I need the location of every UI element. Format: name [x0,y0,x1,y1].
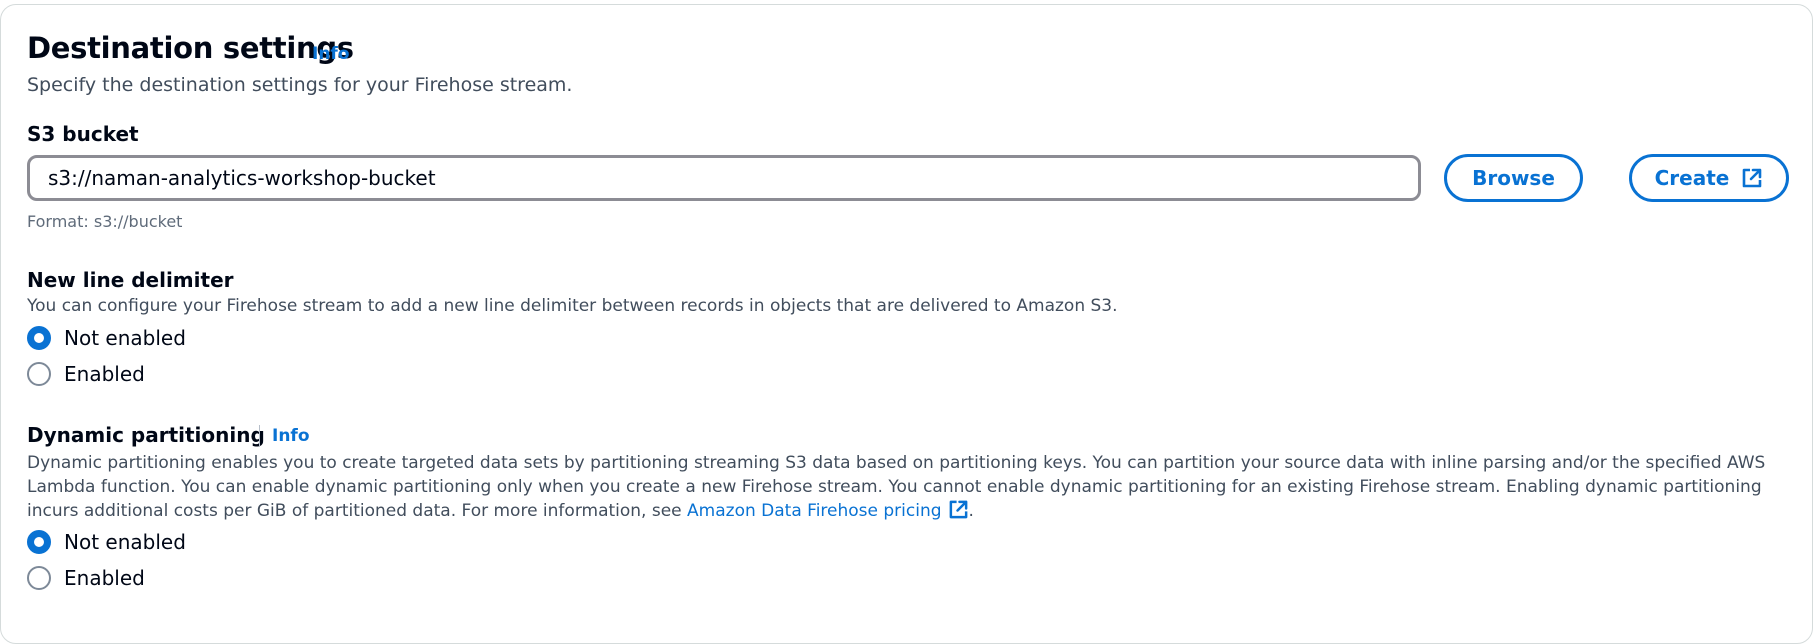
create-button-label: Create [1654,166,1730,190]
s3-bucket-input[interactable] [27,155,1421,201]
create-bucket-button[interactable]: Create [1629,154,1789,202]
destination-settings-panel: Destination settings Info Specify the de… [0,4,1813,644]
firehose-pricing-link[interactable]: Amazon Data Firehose pricing [687,500,968,521]
info-link[interactable]: Info [312,44,350,64]
dynamic-partitioning-description: Dynamic partitioning enables you to crea… [27,451,1797,527]
dynamic-partitioning-option-not-enabled[interactable]: Not enabled [27,530,186,554]
dynamic-partitioning-info-link[interactable]: Info [272,426,310,446]
external-link-icon [1741,167,1763,189]
radio-label: Enabled [64,362,145,386]
radio-label: Enabled [64,566,145,590]
radio-button-selected[interactable] [27,326,51,350]
radio-button-selected[interactable] [27,530,51,554]
new-line-delimiter-label: New line delimiter [27,268,234,292]
section-title: Destination settings [27,31,354,65]
section-description: Specify the destination settings for you… [27,74,573,96]
firehose-pricing-link-label: Amazon Data Firehose pricing [687,501,942,521]
dynamic-partitioning-label: Dynamic partitioning [27,423,265,447]
s3-bucket-format-hint: Format: s3://bucket [27,212,183,231]
dynamic-partitioning-option-enabled[interactable]: Enabled [27,566,145,590]
new-line-delimiter-option-enabled[interactable]: Enabled [27,362,145,386]
radio-button[interactable] [27,566,51,590]
s3-bucket-label: S3 bucket [27,122,139,146]
description-end: . [968,501,974,521]
radio-label: Not enabled [64,530,186,554]
new-line-delimiter-option-not-enabled[interactable]: Not enabled [27,326,186,350]
browse-button[interactable]: Browse [1444,154,1583,202]
external-link-icon [948,499,969,527]
radio-button[interactable] [27,362,51,386]
browse-button-label: Browse [1472,166,1555,190]
radio-label: Not enabled [64,326,186,350]
label-divider [259,425,260,447]
new-line-delimiter-description: You can configure your Firehose stream t… [27,296,1118,316]
